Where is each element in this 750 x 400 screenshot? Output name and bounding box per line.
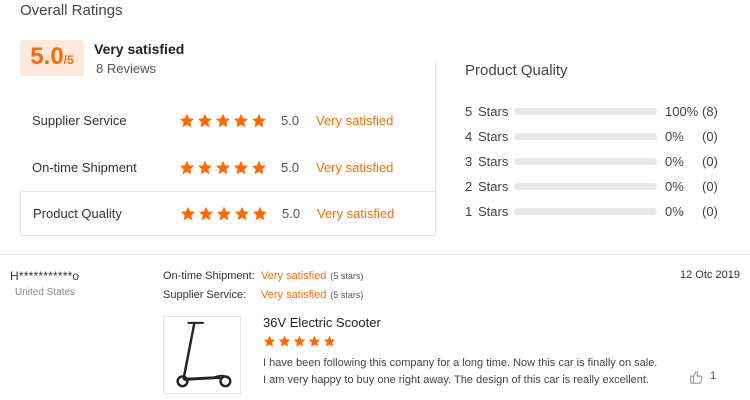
review-count: 8 Reviews xyxy=(96,61,156,76)
review-text-line-1: I have been following this company for a… xyxy=(263,357,658,369)
overall-score: 5.0 xyxy=(30,43,64,70)
rating-score: 5.0 xyxy=(282,206,301,221)
overall-score-max: /5 xyxy=(63,53,74,67)
distribution-row-1: 1 Stars 0% (0) xyxy=(465,204,735,219)
meta-label: On-time Shipment: xyxy=(163,270,255,282)
star-icon xyxy=(293,335,306,348)
distribution-percent: 0% xyxy=(665,179,684,194)
distribution-count: (8) xyxy=(702,104,718,119)
distribution-label: Stars xyxy=(478,179,509,194)
star-icon xyxy=(252,206,268,222)
distribution-bar xyxy=(514,158,657,165)
rating-stars xyxy=(179,160,267,176)
distribution-row-3: 3 Stars 0% (0) xyxy=(465,154,735,169)
meta-value-text: Very satisfied xyxy=(261,270,327,282)
rating-satisfaction: Very satisfied xyxy=(316,160,394,175)
star-icon xyxy=(278,335,291,348)
meta-value-text: Very satisfied xyxy=(261,289,327,301)
reviewer-country: United States xyxy=(15,287,76,298)
star-icon xyxy=(180,206,196,222)
rating-satisfaction: Very satisfied xyxy=(316,113,394,128)
distribution-bar xyxy=(514,133,657,140)
review-meta-service: Supplier Service: Very satisfied (5 stars… xyxy=(163,289,363,301)
distribution-count: (0) xyxy=(702,204,718,219)
star-icon xyxy=(197,160,213,176)
star-icon xyxy=(215,113,231,129)
divider-horizontal xyxy=(0,254,750,255)
distribution-stars: 3 xyxy=(465,154,473,169)
meta-value: Very satisfied (5 stars) xyxy=(261,289,363,301)
distribution-row-5: 5 Stars 100% (8) xyxy=(465,104,735,119)
distribution-percent: 0% xyxy=(665,154,684,169)
distribution-bar xyxy=(514,108,657,115)
distribution-stars: 4 xyxy=(465,129,473,144)
star-icon xyxy=(234,206,250,222)
rating-stars xyxy=(179,113,267,129)
distribution-count: (0) xyxy=(702,129,718,144)
star-icon xyxy=(308,335,321,348)
star-icon xyxy=(233,160,249,176)
rating-score: 5.0 xyxy=(281,160,300,175)
distribution-count: (0) xyxy=(702,179,718,194)
rating-label: Product Quality xyxy=(33,206,122,221)
review-meta-shipment: On-time Shipment: Very satisfied (5 stars… xyxy=(163,270,363,282)
rating-row-on-time-shipment[interactable]: On-time Shipment 5.0 Very satisfied xyxy=(20,145,436,190)
distribution-stars: 5 xyxy=(465,104,473,119)
star-icon xyxy=(251,160,267,176)
distribution-label: Stars xyxy=(478,104,509,119)
distribution-row-4: 4 Stars 0% (0) xyxy=(465,129,735,144)
rating-row-product-quality[interactable]: Product Quality 5.0 Very satisfied xyxy=(20,191,436,236)
rating-score: 5.0 xyxy=(281,113,300,128)
distribution-label: Stars xyxy=(478,204,509,219)
star-icon xyxy=(179,113,195,129)
star-icon xyxy=(215,160,231,176)
review-stars xyxy=(263,335,336,348)
thumbs-up-icon[interactable] xyxy=(689,370,703,384)
electric-scooter-icon xyxy=(176,321,232,388)
distribution-label: Stars xyxy=(478,154,509,169)
distribution-stars: 1 xyxy=(465,204,473,219)
rating-row-supplier-service[interactable]: Supplier Service 5.0 Very satisfied xyxy=(20,98,436,143)
rating-stars xyxy=(180,206,268,222)
distribution-percent: 0% xyxy=(665,204,684,219)
rating-label: On-time Shipment xyxy=(32,160,137,175)
meta-stars-text: (5 stars) xyxy=(330,290,364,300)
distribution-count: (0) xyxy=(702,154,718,169)
distribution-label: Stars xyxy=(478,129,509,144)
meta-value: Very satisfied (5 stars) xyxy=(261,270,363,282)
overall-satisfaction: Very satisfied xyxy=(94,41,185,57)
overall-score-badge: 5.0 /5 xyxy=(20,40,84,76)
meta-label: Supplier Service: xyxy=(163,289,247,301)
star-icon xyxy=(198,206,214,222)
overall-ratings-title: Overall Ratings xyxy=(20,2,123,19)
review-text-line-2: I am very happy to buy one right away. T… xyxy=(263,374,650,386)
product-quality-title: Product Quality xyxy=(465,62,568,79)
product-thumbnail[interactable] xyxy=(163,316,241,394)
meta-stars-text: (5 stars) xyxy=(330,271,364,281)
distribution-percent: 100% xyxy=(665,104,699,119)
star-icon xyxy=(233,113,249,129)
distribution-bar xyxy=(514,208,657,215)
star-icon xyxy=(263,335,276,348)
review-date: 12 Otc 2019 xyxy=(680,269,740,281)
distribution-bar xyxy=(514,183,657,190)
distribution-percent: 0% xyxy=(665,129,684,144)
reviewer-name: H***********o xyxy=(10,269,80,283)
star-icon xyxy=(179,160,195,176)
rating-label: Supplier Service xyxy=(32,113,127,128)
rating-satisfaction: Very satisfied xyxy=(317,206,395,221)
star-icon xyxy=(197,113,213,129)
distribution-stars: 2 xyxy=(465,179,473,194)
star-icon xyxy=(323,335,336,348)
like-count: 1 xyxy=(710,370,717,382)
product-name[interactable]: 36V Electric Scooter xyxy=(263,315,381,330)
distribution-row-2: 2 Stars 0% (0) xyxy=(465,179,735,194)
star-icon xyxy=(216,206,232,222)
star-icon xyxy=(251,113,267,129)
